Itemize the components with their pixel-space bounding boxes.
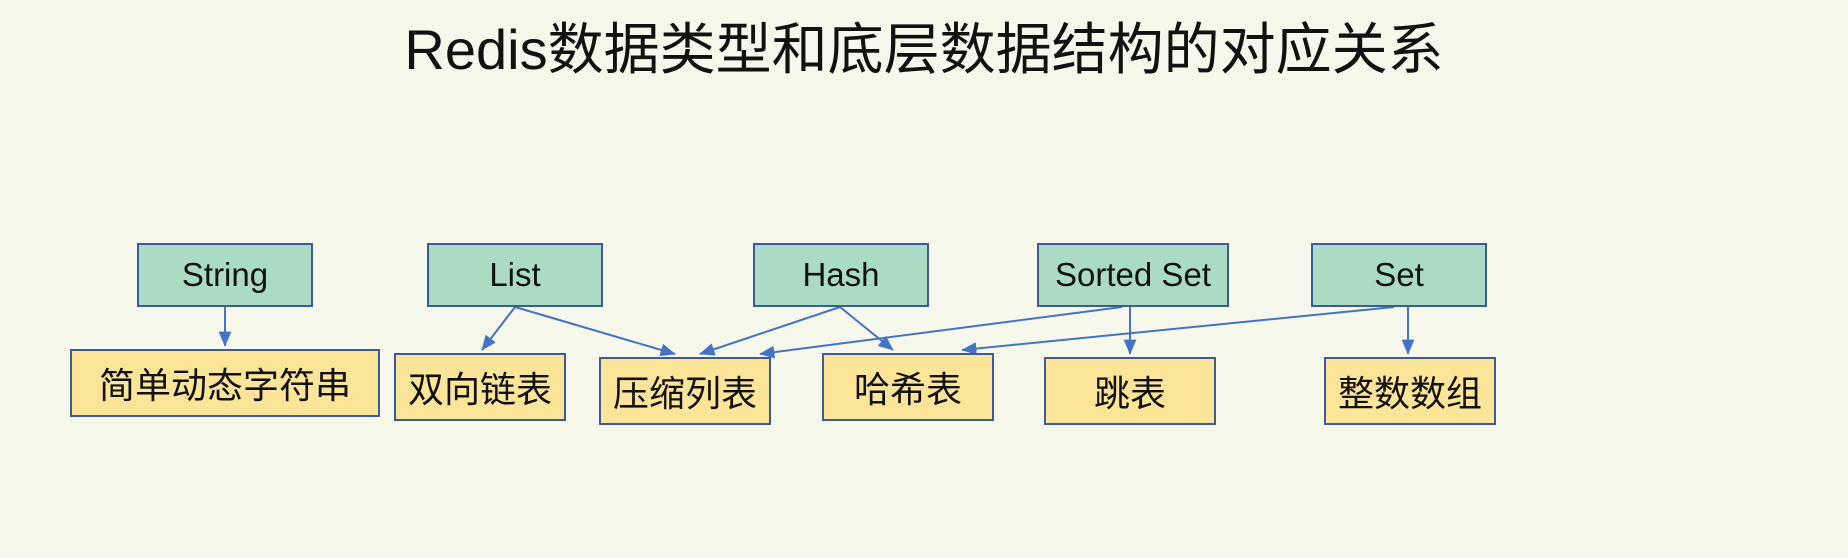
node-struct-label: 哈希表 — [853, 369, 962, 410]
node-struct-label: 整数数组 — [1337, 373, 1482, 414]
node-type-label: Set — [1374, 256, 1424, 293]
node-struct-label: 跳表 — [1093, 373, 1166, 414]
node-type-string[interactable]: String — [137, 243, 313, 307]
node-type-sorted-set[interactable]: Sorted Set — [1037, 243, 1229, 307]
edge-hash-ziplist — [699, 306, 841, 356]
node-struct-skiplist[interactable]: 跳表 — [1044, 357, 1216, 425]
node-type-label: List — [489, 256, 541, 293]
edge-sortedset-ziplist — [759, 306, 1123, 359]
node-type-label: Hash — [802, 256, 880, 293]
node-struct-label: 压缩列表 — [612, 373, 757, 414]
edge-set-hashtable — [961, 306, 1395, 355]
node-struct-intset[interactable]: 整数数组 — [1324, 357, 1496, 425]
node-struct-linkedlist[interactable]: 双向链表 — [394, 353, 566, 421]
node-struct-label: 简单动态字符串 — [98, 365, 351, 406]
node-struct-ziplist[interactable]: 压缩列表 — [599, 357, 771, 425]
node-type-list[interactable]: List — [427, 243, 603, 307]
edge-hash-hashtable — [839, 306, 894, 351]
node-struct-sds[interactable]: 简单动态字符串 — [70, 349, 380, 417]
node-type-hash[interactable]: Hash — [753, 243, 929, 307]
node-struct-hashtable[interactable]: 哈希表 — [822, 353, 994, 421]
node-type-set[interactable]: Set — [1311, 243, 1487, 307]
edge-list-ziplist — [514, 306, 676, 357]
page-title: Redis数据类型和底层数据结构的对应关系 — [404, 18, 1444, 81]
edge-list-linkedlist — [481, 306, 516, 351]
node-type-label: String — [181, 256, 269, 293]
node-struct-label: 双向链表 — [407, 369, 552, 410]
diagram-canvas: Redis数据类型和底层数据结构的对应关系 String List Hash Sort… — [0, 0, 1848, 558]
node-type-label: Sorted Set — [1055, 256, 1211, 293]
